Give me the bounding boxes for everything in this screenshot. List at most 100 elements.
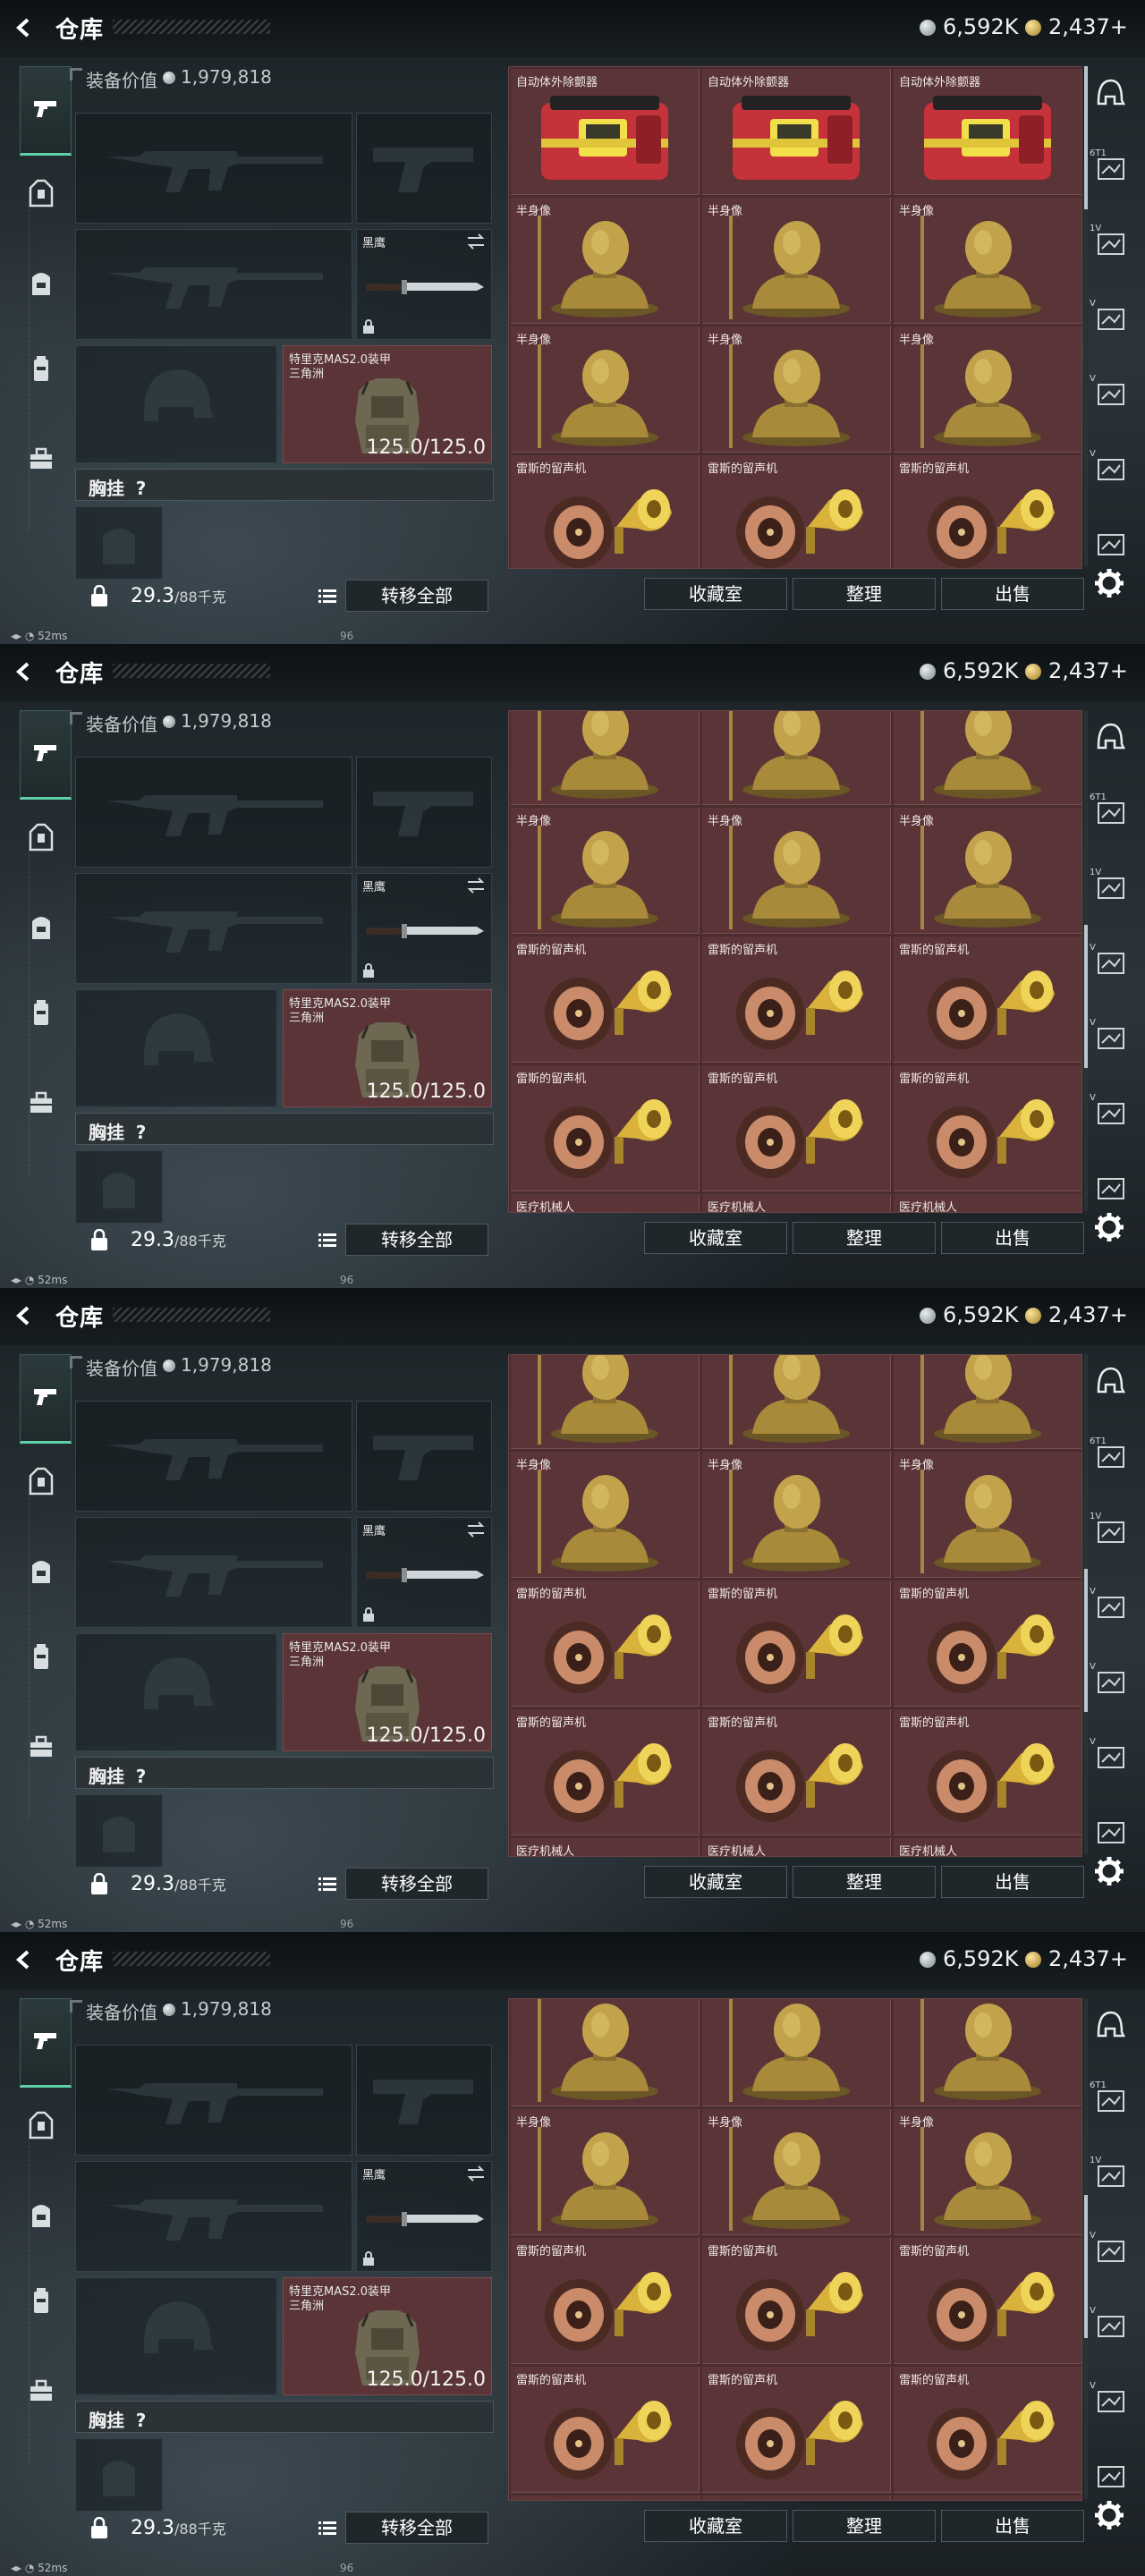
- chest-rig-icon[interactable]: [20, 995, 63, 1034]
- grid-item[interactable]: 雷斯的留声机: [702, 1065, 891, 1191]
- helmet-slot[interactable]: [75, 1633, 277, 1751]
- rail-button[interactable]: V: [1090, 374, 1131, 413]
- chest-rig-icon[interactable]: [20, 1639, 63, 1678]
- primary-weapon-slot[interactable]: [75, 113, 352, 224]
- swap-icon[interactable]: [466, 1521, 486, 1538]
- swap-icon[interactable]: [466, 233, 486, 250]
- melee-slot[interactable]: 黑鹰: [356, 229, 492, 340]
- secondary-weapon-slot[interactable]: [75, 873, 352, 984]
- rail-button[interactable]: 1V: [1090, 1512, 1131, 1551]
- grid-item[interactable]: 雷斯的留声机: [702, 936, 891, 1063]
- nav-weapons-tab[interactable]: [20, 1998, 72, 2088]
- organize-button[interactable]: 整理: [793, 578, 936, 610]
- grid-item[interactable]: 半身像: [511, 2109, 700, 2235]
- rail-button[interactable]: 6T1: [1090, 792, 1131, 832]
- backpack-icon[interactable]: [20, 1553, 63, 1592]
- armor-vest-icon[interactable]: [20, 1465, 63, 1504]
- grid-item[interactable]: 雷斯的留声机: [702, 1709, 891, 1835]
- organize-button[interactable]: 整理: [793, 2510, 936, 2542]
- chest-rig-icon[interactable]: [20, 351, 63, 390]
- grid-item[interactable]: 雷斯的留声机: [894, 2367, 1081, 2493]
- rail-button[interactable]: V: [1090, 1093, 1131, 1132]
- transfer-all-button[interactable]: 转移全部: [345, 1224, 488, 1256]
- melee-slot[interactable]: 黑鹰: [356, 2161, 492, 2272]
- settings-gear-icon[interactable]: [1091, 565, 1127, 601]
- toolbox-icon[interactable]: [20, 440, 63, 479]
- rail-button[interactable]: [1090, 1812, 1131, 1852]
- sidearm-slot[interactable]: [356, 113, 492, 224]
- armor-vest-icon[interactable]: [20, 2109, 63, 2148]
- grid-item[interactable]: 半身像: [511, 1999, 700, 2106]
- grid-item[interactable]: 自动体外除颤器: [894, 69, 1081, 195]
- armor-slot[interactable]: 特里克MAS2.0装甲 三角洲 125.0/125.0: [283, 2277, 492, 2395]
- nav-weapons-tab[interactable]: [20, 1354, 72, 1444]
- chest-rig-row[interactable]: 胸挂 ?: [75, 1113, 494, 1145]
- grid-item[interactable]: 医疗机械人: [511, 2496, 700, 2500]
- grid-item[interactable]: 雷斯的留声机: [894, 455, 1081, 568]
- rail-button[interactable]: [1090, 73, 1131, 113]
- grid-item[interactable]: 半身像: [894, 326, 1081, 453]
- grid-item[interactable]: 雷斯的留声机: [702, 455, 891, 568]
- grid-item[interactable]: 雷斯的留声机: [702, 2367, 891, 2493]
- grid-item[interactable]: 半身像: [511, 198, 700, 324]
- rail-button[interactable]: [1090, 524, 1131, 564]
- grid-item[interactable]: 雷斯的留声机: [894, 2238, 1081, 2364]
- backpack-slot[interactable]: [75, 506, 163, 580]
- grid-item[interactable]: 医疗机械人: [511, 1838, 700, 1856]
- grid-item[interactable]: 医疗机械人: [702, 2496, 891, 2500]
- grid-item[interactable]: 雷斯的留声机: [894, 1709, 1081, 1835]
- grid-item[interactable]: 半身像: [511, 711, 700, 805]
- rail-button[interactable]: V: [1090, 1662, 1131, 1701]
- backpack-slot[interactable]: [75, 2438, 163, 2512]
- list-icon[interactable]: [318, 589, 336, 605]
- back-arrow-icon[interactable]: [13, 1948, 36, 1971]
- sell-button[interactable]: 出售: [941, 2510, 1084, 2542]
- rail-button[interactable]: V: [1090, 2306, 1131, 2345]
- swap-icon[interactable]: [466, 2165, 486, 2182]
- rail-button[interactable]: 6T1: [1090, 2080, 1131, 2120]
- list-icon[interactable]: [318, 1233, 336, 1249]
- list-icon[interactable]: [318, 2521, 336, 2537]
- grid-item[interactable]: 雷斯的留声机: [511, 2238, 700, 2364]
- grid-item[interactable]: 雷斯的留声机: [511, 2367, 700, 2493]
- grid-item[interactable]: 自动体外除颤器: [702, 69, 891, 195]
- backpack-slot[interactable]: [75, 1150, 163, 1224]
- grid-item[interactable]: 雷斯的留声机: [511, 455, 700, 568]
- grid-item[interactable]: 雷斯的留声机: [894, 1065, 1081, 1191]
- helmet-slot[interactable]: [75, 345, 277, 463]
- rail-button[interactable]: 1V: [1090, 868, 1131, 907]
- chest-rig-row[interactable]: 胸挂 ?: [75, 2401, 494, 2433]
- grid-item[interactable]: 半身像: [894, 2109, 1081, 2235]
- armor-slot[interactable]: 特里克MAS2.0装甲 三角洲 125.0/125.0: [283, 345, 492, 463]
- rail-button[interactable]: V: [1090, 299, 1131, 338]
- grid-item[interactable]: 半身像: [894, 1452, 1081, 1578]
- primary-weapon-slot[interactable]: [75, 2045, 352, 2156]
- grid-item[interactable]: 半身像: [511, 1452, 700, 1578]
- grid-item[interactable]: 半身像: [702, 711, 891, 805]
- sell-button[interactable]: 出售: [941, 578, 1084, 610]
- rail-button[interactable]: [1090, 2005, 1131, 2045]
- back-arrow-icon[interactable]: [13, 660, 36, 683]
- backpack-icon[interactable]: [20, 909, 63, 948]
- grid-item[interactable]: 半身像: [702, 808, 891, 934]
- rail-button[interactable]: [1090, 1361, 1131, 1401]
- grid-item[interactable]: 医疗机械人: [894, 2496, 1081, 2500]
- grid-item[interactable]: 半身像: [702, 198, 891, 324]
- rail-button[interactable]: 1V: [1090, 224, 1131, 263]
- grid-item[interactable]: 半身像: [702, 1355, 891, 1449]
- rail-button[interactable]: V: [1090, 2381, 1131, 2420]
- transfer-all-button[interactable]: 转移全部: [345, 580, 488, 612]
- grid-item[interactable]: 雷斯的留声机: [511, 936, 700, 1063]
- grid-item[interactable]: 雷斯的留声机: [894, 1580, 1081, 1707]
- sidearm-slot[interactable]: [356, 2045, 492, 2156]
- rail-button[interactable]: [1090, 717, 1131, 757]
- sidearm-slot[interactable]: [356, 757, 492, 868]
- chest-rig-icon[interactable]: [20, 2283, 63, 2322]
- rail-button[interactable]: V: [1090, 1018, 1131, 1057]
- backpack-slot[interactable]: [75, 1794, 163, 1868]
- grid-scrollbar-thumb[interactable]: [1084, 925, 1088, 1068]
- grid-item[interactable]: 雷斯的留声机: [511, 1065, 700, 1191]
- organize-button[interactable]: 整理: [793, 1866, 936, 1898]
- grid-item[interactable]: 医疗机械人: [894, 1838, 1081, 1856]
- grid-item[interactable]: 雷斯的留声机: [511, 1709, 700, 1835]
